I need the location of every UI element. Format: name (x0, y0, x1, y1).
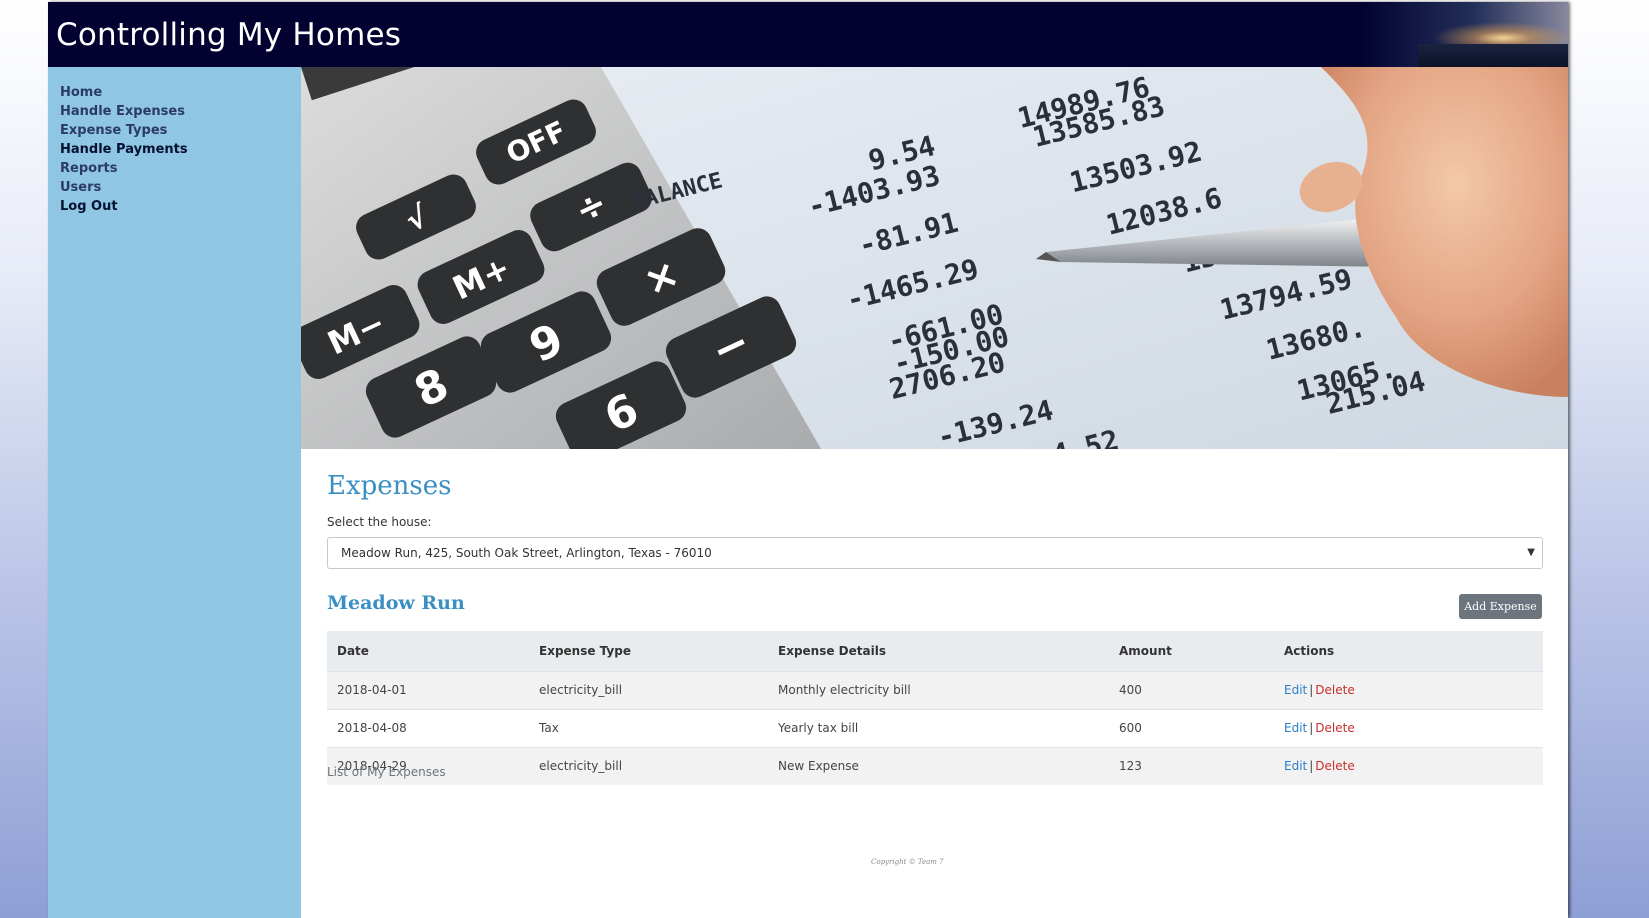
sunset-banner-image (1358, 2, 1568, 67)
cell-actions: Edit | Delete (1274, 708, 1543, 747)
table-row: 2018-04-29 electricity_bill New Expense … (327, 746, 1543, 785)
main-content: Expenses Select the house: Meadow Run, 4… (301, 449, 1568, 918)
cell-date: 2018-04-08 (327, 708, 529, 747)
sidebar-nav: Home Handle Expenses Expense Types Handl… (48, 67, 301, 918)
sidebar-item-home[interactable]: Home (60, 85, 102, 100)
cell-expense-type: electricity_bill (529, 670, 768, 709)
site-header: Controlling My Homes (48, 2, 1568, 67)
column-header-amount: Amount (1109, 631, 1274, 672)
edit-link[interactable]: Edit (1284, 683, 1307, 697)
column-header-expense-details: Expense Details (768, 631, 1109, 672)
column-header-date: Date (327, 631, 529, 672)
sidebar-item-handle-payments[interactable]: Handle Payments (60, 142, 188, 157)
house-select-label: Select the house: (327, 515, 432, 529)
cell-date: 2018-04-01 (327, 670, 529, 709)
site-title: Controlling My Homes (56, 17, 402, 53)
table-row: 2018-04-01 electricity_bill Monthly elec… (327, 670, 1543, 709)
sidebar-item-handle-expenses[interactable]: Handle Expenses (60, 104, 185, 119)
table-caption: List of My Expenses (327, 765, 446, 779)
house-select-value: Meadow Run, 425, South Oak Street, Arlin… (341, 546, 712, 560)
page-title: Expenses (327, 471, 452, 501)
delete-link[interactable]: Delete (1315, 721, 1354, 735)
house-select[interactable]: Meadow Run, 425, South Oak Street, Arlin… (327, 537, 1543, 569)
expenses-table: Date Expense Type Expense Details Amount… (327, 631, 1543, 785)
cell-expense-type: Tax (529, 708, 768, 747)
column-header-actions: Actions (1274, 631, 1543, 672)
page-frame: Controlling My Homes Home Handle Expense… (48, 2, 1568, 918)
sidebar-item-log-out[interactable]: Log Out (60, 199, 118, 214)
edit-link[interactable]: Edit (1284, 721, 1307, 735)
cell-amount: 123 (1109, 746, 1274, 785)
sidebar-item-reports[interactable]: Reports (60, 161, 117, 176)
edit-link[interactable]: Edit (1284, 759, 1307, 773)
house-name-heading: Meadow Run (327, 592, 465, 614)
sidebar-item-expense-types[interactable]: Expense Types (60, 123, 167, 138)
cell-expense-details: Monthly electricity bill (768, 670, 1109, 709)
cell-expense-details: New Expense (768, 746, 1109, 785)
sidebar-item-users[interactable]: Users (60, 180, 101, 195)
hero-calculator-image: OFF √ ÷ M+ M− × 9 8 6 − BALANCE 9.54 -14… (301, 67, 1568, 449)
delete-link[interactable]: Delete (1315, 683, 1354, 697)
copyright-text: Copyright © Team 7 (871, 858, 944, 866)
cell-expense-type: electricity_bill (529, 746, 768, 785)
table-header-row: Date Expense Type Expense Details Amount… (327, 631, 1543, 672)
cell-expense-details: Yearly tax bill (768, 708, 1109, 747)
cell-actions: Edit | Delete (1274, 670, 1543, 709)
table-row: 2018-04-08 Tax Yearly tax bill 600 Edit |… (327, 708, 1543, 747)
cell-actions: Edit | Delete (1274, 746, 1543, 785)
chevron-down-icon: ▼ (1527, 547, 1535, 558)
add-expense-button[interactable]: Add Expense (1459, 594, 1542, 619)
column-header-expense-type: Expense Type (529, 631, 768, 672)
delete-link[interactable]: Delete (1315, 759, 1354, 773)
cell-amount: 400 (1109, 670, 1274, 709)
cell-amount: 600 (1109, 708, 1274, 747)
